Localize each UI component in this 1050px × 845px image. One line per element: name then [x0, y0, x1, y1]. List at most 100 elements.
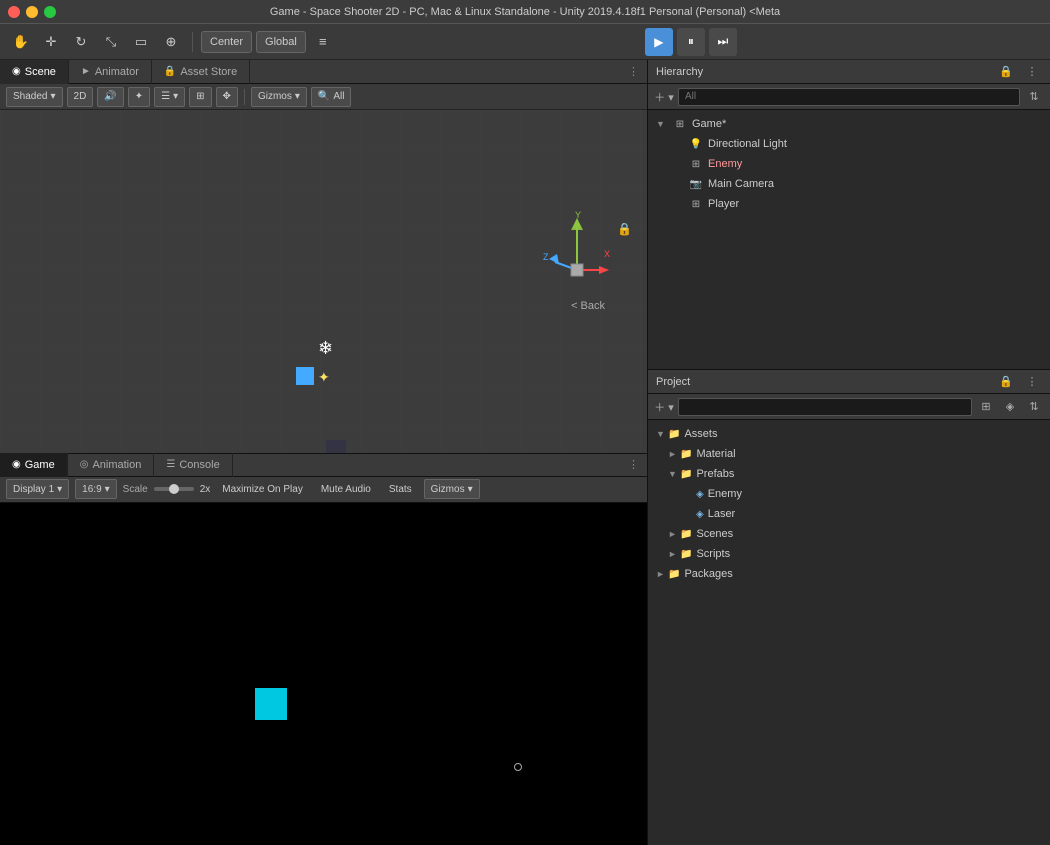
project-view-icon[interactable]: ⊞ [976, 397, 996, 417]
proj-label-enemy-prefab: Enemy [708, 488, 742, 500]
hier-label-dirlight: Directional Light [708, 138, 787, 150]
gizmos-label: Gizmos [258, 91, 292, 102]
shading-dropdown[interactable]: Shaded ▾ [6, 87, 63, 107]
proj-arrow-assets: ▼ [656, 429, 668, 439]
all-dropdown[interactable]: 🔍 All [311, 87, 352, 107]
hand-tool[interactable]: ✋ [8, 29, 34, 55]
asset-store-tab-label: Asset Store [180, 66, 237, 78]
close-button[interactable] [8, 6, 20, 18]
hier-icon-maincam: 📷 [688, 179, 704, 190]
hier-item-dirlight[interactable]: 💡 Directional Light [648, 134, 1050, 154]
hierarchy-lock-icon[interactable]: 🔒 [996, 62, 1016, 82]
proj-label-scripts: Scripts [696, 548, 730, 560]
scene-sep-1 [244, 89, 245, 105]
project-add-btn[interactable]: ＋ ▾ [654, 397, 674, 417]
display-dropdown[interactable]: Display 1 ▾ [6, 479, 69, 499]
game-gizmos-dropdown[interactable]: Gizmos ▾ [424, 479, 480, 499]
maximize-button[interactable] [44, 6, 56, 18]
proj-item-scripts[interactable]: ► 📁 Scripts [648, 544, 1050, 564]
minimize-button[interactable] [26, 6, 38, 18]
hierarchy-more-icon[interactable]: ⋮ [1022, 62, 1042, 82]
project-sort-icon[interactable]: ⇅ [1024, 397, 1044, 417]
hierarchy-toolbar: ＋ ▾ ⇅ [648, 84, 1050, 110]
hier-item-player[interactable]: ⊞ Player [648, 194, 1050, 214]
proj-label-assets: Assets [684, 428, 717, 440]
scale-label: Scale [123, 484, 148, 495]
proj-item-laser-prefab[interactable]: ◈ Laser [648, 504, 1050, 524]
main-container: ✋ ✛ ↻ ⤡ ▭ ⊕ Center Global ≡ ▶ ⏸ ⏭ ◉ Scen… [0, 24, 1050, 845]
gizmos-dropdown[interactable]: Gizmos ▾ [251, 87, 307, 107]
asset-store-tab-icon: 🔒 [164, 66, 176, 77]
maximize-on-play-button[interactable]: Maximize On Play [216, 479, 309, 499]
proj-arrow-scenes: ► [668, 529, 680, 539]
game-tabs-more[interactable]: ⋮ [620, 458, 647, 471]
proj-item-packages[interactable]: ► 📁 Packages [648, 564, 1050, 584]
scale-tool[interactable]: ⤡ [98, 29, 124, 55]
audio-btn[interactable]: 🔊 [97, 87, 123, 107]
grid-btn[interactable]: ⊞ [189, 87, 211, 107]
stats-button[interactable]: Stats [383, 479, 418, 499]
tab-animation[interactable]: ◎ Animation [68, 453, 155, 477]
right-panel: Hierarchy 🔒 ⋮ ＋ ▾ ⇅ ▼ ⊞ [648, 60, 1050, 845]
project-panel: Project 🔒 ⋮ ＋ ▾ ⊞ ◈ ⇅ ▼ [648, 370, 1050, 845]
play-button[interactable]: ▶ [645, 28, 673, 56]
hier-item-maincam[interactable]: 📷 Main Camera [648, 174, 1050, 194]
proj-item-enemy-prefab[interactable]: ◈ Enemy [648, 484, 1050, 504]
scene-viewport[interactable]: 🔒 < Back ❄ ✦ ▶ [0, 110, 647, 453]
fx-btn[interactable]: ✦ [128, 87, 150, 107]
proj-item-scenes[interactable]: ► 📁 Scenes [648, 524, 1050, 544]
proj-item-prefabs[interactable]: ▼ 📁 Prefabs [648, 464, 1050, 484]
grid-overlay [0, 110, 647, 453]
pause-button[interactable]: ⏸ [677, 28, 705, 56]
aspect-dropdown[interactable]: 16:9 ▾ [75, 479, 117, 499]
hier-item-game[interactable]: ▼ ⊞ Game* [648, 114, 1050, 134]
project-header: Project 🔒 ⋮ [648, 370, 1050, 394]
hier-arrow-game: ▼ [656, 119, 668, 129]
project-filter-icon[interactable]: ◈ [1000, 397, 1020, 417]
proj-folder-scripts-icon: 📁 [680, 549, 692, 560]
rotate-tool[interactable]: ↻ [68, 29, 94, 55]
tab-game[interactable]: ◉ Game [0, 453, 68, 477]
2d-toggle[interactable]: 2D [67, 87, 94, 107]
tab-animator[interactable]: ► Animator [69, 60, 152, 84]
transform-tool[interactable]: ⊕ [158, 29, 184, 55]
center-button[interactable]: Center [201, 31, 252, 53]
proj-label-prefabs: Prefabs [696, 468, 734, 480]
hier-icon-enemy: ⊞ [688, 159, 704, 170]
proj-item-material[interactable]: ► 📁 Material [648, 444, 1050, 464]
layers-button[interactable]: ≡ [310, 29, 336, 55]
hierarchy-content: ▼ ⊞ Game* 💡 Directional Light ⊞ [648, 110, 1050, 369]
proj-item-assets[interactable]: ▼ 📁 Assets [648, 424, 1050, 444]
tab-scene[interactable]: ◉ Scene [0, 60, 69, 84]
rect-tool[interactable]: ▭ [128, 29, 154, 55]
project-toolbar: ＋ ▾ ⊞ ◈ ⇅ [648, 394, 1050, 420]
scene-tabs-more[interactable]: ⋮ [620, 65, 647, 78]
move-tool[interactable]: ✛ [38, 29, 64, 55]
hierarchy-search[interactable] [678, 88, 1020, 106]
tab-asset-store[interactable]: 🔒 Asset Store [152, 60, 250, 84]
project-search[interactable] [678, 398, 972, 416]
proj-folder-scenes-icon: 📁 [680, 529, 692, 540]
scene-layers-dropdown[interactable]: ☰ ▾ [154, 87, 185, 107]
mute-audio-button[interactable]: Mute Audio [315, 479, 377, 499]
hierarchy-sort-icon[interactable]: ⇅ [1024, 87, 1044, 107]
hier-icon-dirlight: 💡 [688, 139, 704, 150]
hier-item-enemy[interactable]: ⊞ Enemy [648, 154, 1050, 174]
project-more-icon[interactable]: ⋮ [1022, 372, 1042, 392]
snap-btn[interactable]: ✥ [216, 87, 238, 107]
title-bar: Game - Space Shooter 2D - PC, Mac & Linu… [0, 0, 1050, 24]
global-button[interactable]: Global [256, 31, 306, 53]
scale-slider[interactable] [154, 487, 194, 491]
step-button[interactable]: ⏭ [709, 28, 737, 56]
proj-label-laser-prefab: Laser [708, 508, 736, 520]
hier-label-player: Player [708, 198, 739, 210]
project-lock-icon[interactable]: 🔒 [996, 372, 1016, 392]
proj-arrow-packages: ► [656, 569, 668, 579]
animator-tab-icon: ► [81, 66, 91, 77]
proj-file-laser-icon: ◈ [696, 509, 704, 520]
tab-console[interactable]: ☰ Console [154, 453, 232, 477]
game-canvas[interactable] [0, 503, 647, 845]
game-toolbar: Display 1 ▾ 16:9 ▾ Scale 2x Maximize On … [0, 477, 647, 503]
hierarchy-add-btn[interactable]: ＋ ▾ [654, 87, 674, 107]
scale-thumb [169, 484, 179, 494]
